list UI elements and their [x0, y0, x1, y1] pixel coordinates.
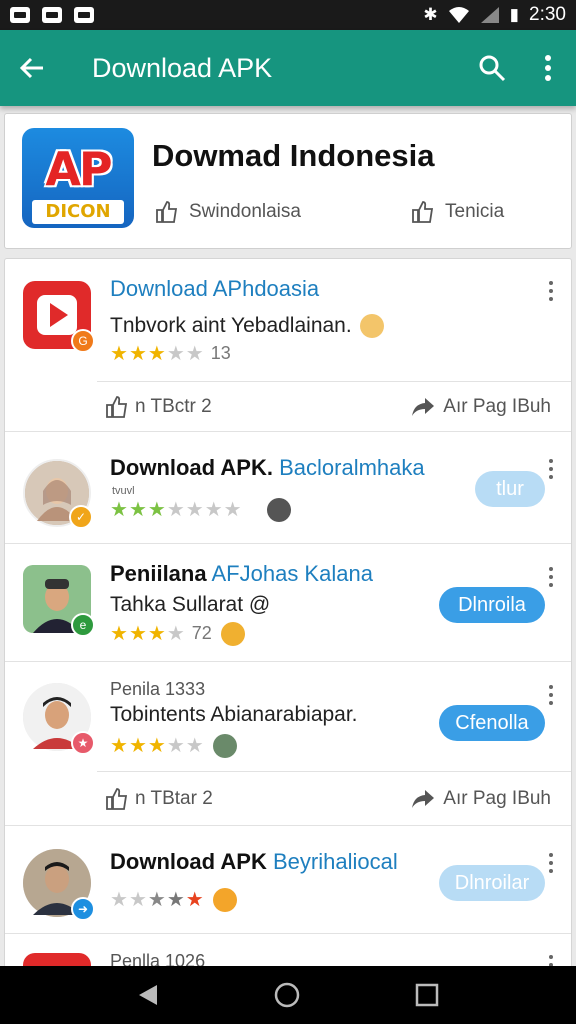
logo-subtext: DICON — [32, 200, 124, 224]
item-subtitle: Tahka Sullarat @ — [110, 593, 271, 616]
app-bar-title: Download APK — [92, 52, 273, 83]
divider — [5, 661, 571, 662]
app-bar: Download APK — [0, 30, 576, 106]
item-small-text: tvuvl — [112, 485, 135, 497]
search-button[interactable] — [464, 30, 520, 106]
user-avatar: ✓ — [23, 459, 93, 529]
badge-icon: ★ — [71, 731, 95, 755]
list-item[interactable]: Penlla 1026 — [5, 939, 571, 967]
battery-icon: ▮ — [509, 5, 520, 24]
item-menu-button[interactable] — [545, 457, 557, 481]
user-avatar: ★ — [23, 683, 95, 755]
install-button[interactable]: Dlnroila — [439, 587, 545, 623]
bluetooth-icon: ✱ — [423, 5, 438, 24]
list-item[interactable]: ★ Penila 1333 Tobintents Abianarabiapar.… — [5, 667, 571, 777]
app-list: G Download APhdoasia Tnbvork aint Yebadl… — [4, 258, 572, 968]
emoji-icon — [212, 733, 237, 758]
app-header-card: AP DICON Dowmad Indonesia Swindonlaisa T… — [4, 113, 572, 249]
emoji-icon — [266, 497, 291, 522]
header-title: Dowmad Indonesia — [152, 138, 435, 173]
home-nav-icon[interactable] — [273, 981, 301, 1009]
wifi-icon — [448, 7, 469, 23]
install-button[interactable]: tlur — [475, 471, 545, 507]
header-meta-left: Swindonlaisa — [189, 201, 301, 222]
share-icon — [412, 790, 435, 808]
item-rating: ★ ★ ★ ★ 72 — [110, 621, 245, 646]
list-item[interactable]: G Download APhdoasia Tnbvork aint Yebadl… — [5, 259, 571, 379]
share-icon — [412, 398, 435, 416]
emoji-icon — [212, 887, 237, 912]
item-menu-button[interactable] — [545, 565, 557, 589]
item-title: Peniilana AFJohas Kalana — [110, 561, 373, 586]
notification-icon — [10, 7, 30, 23]
header-like[interactable]: Swindonlaisa — [155, 200, 301, 224]
header-meta-right: Tenicia — [445, 201, 505, 222]
like-action[interactable]: n TBctr 2 — [105, 395, 212, 419]
item-title: Download APK. Bacloralmhaka — [110, 455, 425, 480]
item-menu-button[interactable] — [545, 851, 557, 875]
system-nav-bar — [0, 966, 576, 1024]
thumbs-up-icon — [106, 788, 128, 810]
badge-icon: ✓ — [69, 505, 93, 529]
item-action-row: n TBtar 2 Aır Pag IBuh — [105, 787, 551, 811]
logo-text: AP — [45, 142, 112, 196]
thumbs-up-icon — [412, 201, 434, 223]
emoji-icon — [359, 314, 384, 339]
list-item[interactable]: e Peniilana AFJohas Kalana Tahka Sullara… — [5, 549, 571, 661]
item-rating: ★ ★ ★ ★ ★ — [110, 733, 237, 758]
install-button[interactable]: Dlnroilar — [439, 865, 545, 901]
install-button[interactable]: Cfenolla — [439, 705, 545, 741]
item-menu-button[interactable] — [545, 279, 557, 303]
item-rating: ★ ★ ★ ★ ★ — [110, 887, 237, 912]
item-title: Penila 1333 — [110, 679, 206, 699]
arrow-left-icon — [19, 57, 43, 79]
item-action-row: n TBctr 2 Aır Pag IBuh — [105, 395, 551, 419]
back-button[interactable] — [0, 30, 64, 106]
item-rating: ★ ★ ★ ★ ★ ★ ★ — [110, 497, 291, 522]
like-action[interactable]: n TBtar 2 — [105, 787, 213, 811]
badge-icon: e — [71, 613, 95, 637]
app-icon: G — [23, 281, 95, 353]
item-rating: ★ ★ ★ ★ ★ 13 — [110, 343, 231, 365]
badge-icon: ➜ — [71, 897, 95, 921]
item-subtitle: Tnbvork aint Yebadlainan. — [110, 314, 384, 339]
status-time: 2:30 — [529, 4, 566, 25]
divider — [5, 431, 571, 432]
share-action[interactable]: Aır Pag IBuh — [411, 396, 551, 418]
badge-icon: G — [71, 329, 95, 353]
status-bar: ✱ ▮ 2:30 — [0, 0, 576, 30]
item-subtitle: Tobintents Abianarabiapar. — [110, 703, 358, 726]
list-item[interactable]: ➜ Download APK Beyrihaliocal ★ ★ ★ ★ ★ Dlnro… — [5, 831, 571, 931]
list-item[interactable]: ✓ Download APK. Bacloralmhaka tvuvl ★ ★ ★ ★… — [5, 439, 571, 547]
divider — [97, 381, 571, 382]
divider — [5, 933, 571, 934]
app-logo: AP DICON — [22, 128, 134, 228]
more-options-button[interactable] — [520, 30, 576, 106]
item-menu-button[interactable] — [545, 683, 557, 707]
back-nav-icon[interactable] — [137, 983, 159, 1007]
search-icon — [479, 55, 506, 82]
more-vert-icon — [545, 55, 551, 81]
recents-nav-icon[interactable] — [415, 983, 439, 1007]
item-title: Download APhdoasia — [110, 276, 320, 301]
download-notification-icon — [74, 7, 94, 23]
photo-icon — [42, 7, 62, 23]
divider — [5, 543, 571, 544]
user-avatar: ➜ — [23, 849, 95, 921]
item-title: Download APK Beyrihaliocal — [110, 849, 398, 874]
divider — [97, 771, 571, 772]
share-action[interactable]: Aır Pag IBuh — [411, 788, 551, 810]
thumbs-up-icon — [156, 201, 178, 223]
divider — [5, 825, 571, 826]
signal-icon — [480, 7, 499, 23]
header-like-2[interactable]: Tenicia — [411, 200, 504, 224]
thumbs-up-icon — [106, 396, 128, 418]
user-avatar: e — [23, 565, 95, 637]
emoji-icon — [220, 621, 245, 646]
